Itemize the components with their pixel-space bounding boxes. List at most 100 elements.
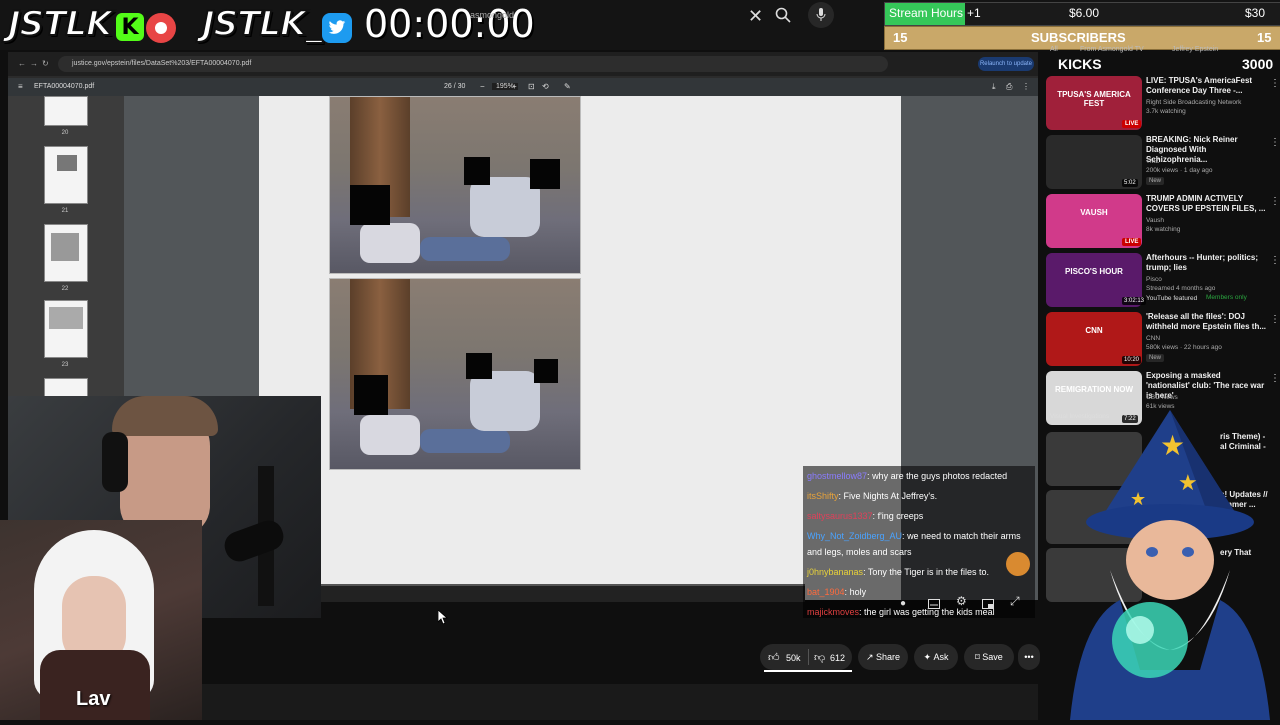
recommended-video[interactable]: PISCO'S HOUR Afterhours -- Hunter; politi…: [1046, 253, 1280, 309]
settings-icon[interactable]: ⚙: [956, 594, 967, 608]
video-duration: 10:20: [1122, 356, 1142, 364]
page-indicator[interactable]: 26 / 30: [444, 83, 465, 90]
close-icon[interactable]: ✕: [748, 6, 763, 27]
share-button[interactable]: ↗ Share: [858, 644, 908, 670]
redaction-box: [464, 157, 490, 185]
chat-username[interactable]: itsShifty: [807, 491, 839, 501]
kick-icon: K: [116, 13, 144, 41]
more-options-icon[interactable]: ⋮: [1270, 255, 1280, 266]
more-options-icon[interactable]: ⋮: [1270, 78, 1280, 89]
microphone-icon[interactable]: [808, 2, 834, 28]
more-options-icon[interactable]: ⋮: [1270, 373, 1280, 384]
zoom-out-icon[interactable]: −: [480, 82, 485, 91]
video-meta: 200k views · 1 day ago: [1146, 167, 1213, 174]
like-icon[interactable]: 👍︎: [768, 651, 780, 664]
chat-text: Tony the Tiger is in the files to.: [867, 567, 989, 577]
chat-text: f'ing creeps: [877, 511, 924, 521]
record-icon: [146, 13, 176, 43]
search-icon[interactable]: [775, 7, 791, 28]
chat-username[interactable]: ghostmellow87: [807, 471, 867, 481]
sparkle-icon: ✦: [923, 651, 934, 662]
video-channel[interactable]: CNN: [1146, 334, 1270, 343]
video-channel[interactable]: Vaush: [1146, 216, 1270, 225]
recommended-video[interactable]: BREAKING: Nick Reiner Diagnosed With Sch…: [1046, 135, 1280, 191]
fit-page-icon[interactable]: ⊡: [528, 82, 535, 91]
chat-emote-icon: [1006, 552, 1030, 576]
thumbnail-caption: VAUSH: [1080, 208, 1108, 217]
menu-icon[interactable]: ≡: [18, 82, 23, 91]
more-options-icon[interactable]: ⋮: [1270, 314, 1280, 325]
pdf-filename: EFTA00004070.pdf: [34, 83, 95, 90]
zoom-in-icon[interactable]: +: [512, 82, 517, 91]
forward-icon[interactable]: →: [30, 59, 38, 68]
rotate-icon[interactable]: ⟲: [542, 82, 549, 91]
autoplay-toggle[interactable]: ●: [900, 598, 906, 609]
video-title[interactable]: TRUMP ADMIN ACTIVELY COVERS UP EPSTEIN F…: [1146, 194, 1266, 214]
video-title[interactable]: Afterhours -- Hunter; politics; trump; l…: [1146, 253, 1266, 273]
redaction-box: [534, 359, 558, 383]
save-button[interactable]: ⌑ Save: [964, 644, 1014, 670]
thumbnail-caption: REMIGRATION NOW: [1054, 385, 1134, 394]
filter-chip-topic[interactable]: Jeffrey Epstein: [1172, 46, 1218, 53]
recommended-video[interactable]: TPUSA'S AMERICA FEST LIVE: TPUSA's Americ…: [1046, 76, 1280, 132]
video-channel[interactable]: Right Side Broadcasting Network: [1146, 98, 1270, 107]
relaunch-button[interactable]: Relaunch to update: [978, 57, 1034, 71]
stream-hours-target: $30: [1245, 6, 1266, 20]
more-options-icon[interactable]: ⋮: [1022, 82, 1030, 91]
video-channel[interactable]: Pisco: [1146, 275, 1270, 284]
like-count[interactable]: 50k: [786, 653, 801, 663]
video-title[interactable]: LIVE: TPUSA's AmericaFest Conference Day…: [1146, 76, 1266, 96]
dislike-count[interactable]: 612: [830, 653, 845, 663]
chat-text: holy: [849, 587, 867, 597]
filter-chip-channel[interactable]: From Asmongold TV: [1080, 46, 1144, 53]
photo-figure: [420, 429, 510, 453]
download-icon[interactable]: ⤓: [992, 82, 996, 92]
miniplayer-icon[interactable]: [982, 596, 994, 614]
ask-button[interactable]: ✦ Ask: [914, 644, 958, 670]
more-options-icon[interactable]: ⋮: [1270, 137, 1280, 148]
url-field[interactable]: justice.gov/epstein/files/DataSet%203/EF…: [58, 56, 888, 72]
draw-icon[interactable]: ✎: [564, 82, 571, 91]
pdf-photo-bottom: [329, 278, 581, 470]
chat-username[interactable]: saltysaurus1337: [807, 511, 873, 521]
back-icon[interactable]: ←: [18, 59, 26, 68]
thumbnail-caption: PISCO'S HOUR: [1065, 267, 1123, 276]
chat-message: ghostmellow87: why are the guys photos r…: [803, 466, 1035, 486]
pdf-thumbnail[interactable]: [44, 96, 88, 126]
fullscreen-icon[interactable]: ⤢: [1010, 594, 1020, 609]
dislike-icon[interactable]: 👎︎: [814, 651, 825, 664]
chat-username[interactable]: majickmoves: [807, 607, 859, 617]
more-options-icon[interactable]: ⋮: [1270, 196, 1280, 207]
chat-username[interactable]: Why_Not_Zoidberg_AU: [807, 531, 902, 541]
video-channel[interactable]: TMZ: [1146, 157, 1270, 166]
pdf-thumbnail[interactable]: [44, 300, 88, 358]
print-icon[interactable]: ⎙: [1006, 82, 1012, 92]
video-channel[interactable]: CBC News: [1146, 393, 1270, 402]
more-actions-button[interactable]: •••: [1018, 644, 1040, 670]
reload-icon[interactable]: ↻: [42, 59, 49, 68]
pdf-thumbnail[interactable]: [44, 146, 88, 204]
wizard-mascot-image: ★ ★ ★: [1060, 410, 1280, 720]
save-label: Save: [982, 652, 1003, 662]
video-meta: 3.7k watching: [1146, 108, 1186, 115]
subscribers-left: 15: [893, 30, 908, 45]
recommended-video[interactable]: CNN 'Release all the files': DOJ withheld…: [1046, 312, 1280, 368]
thumbnail-number: 22: [61, 286, 69, 292]
live-badge: LIVE: [1122, 120, 1142, 128]
members-only-badge: Members only: [1206, 294, 1247, 301]
chat-text: Five Nights At Jeffrey's.: [843, 491, 938, 501]
video-duration: 3:02:13: [1122, 297, 1147, 305]
video-title[interactable]: 'Release all the files': DOJ withheld mo…: [1146, 312, 1266, 332]
description-area: [202, 684, 1038, 720]
new-badge: New: [1146, 354, 1165, 362]
thumbnail-image: [51, 233, 79, 261]
pdf-scrollbar[interactable]: [320, 584, 805, 602]
channel-logo-twitter: JSTLK_: [201, 3, 323, 45]
pdf-thumbnail[interactable]: [44, 224, 88, 282]
chat-username[interactable]: bat_1904: [807, 587, 845, 597]
filter-chip-all[interactable]: All: [1050, 46, 1058, 53]
chat-username[interactable]: j0hnybananas: [807, 567, 863, 577]
subtitles-icon[interactable]: [928, 596, 940, 614]
chat-overlay: ghostmellow87: why are the guys photos r…: [803, 466, 1035, 618]
recommended-video[interactable]: VAUSH TRUMP ADMIN ACTIVELY COVERS UP EPST…: [1046, 194, 1280, 250]
